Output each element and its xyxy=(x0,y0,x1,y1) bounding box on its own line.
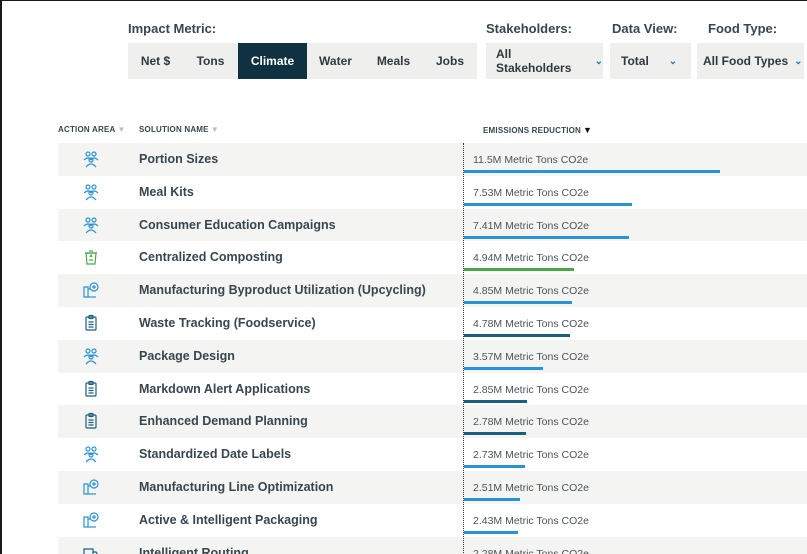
emissions-bar xyxy=(464,301,572,305)
stakeholders-label: Stakeholders: xyxy=(486,21,572,36)
table-row[interactable]: Manufacturing Byproduct Utilization (Upc… xyxy=(58,274,807,307)
upcycle-icon xyxy=(82,281,100,299)
emissions-value: 11.5M Metric Tons CO2e xyxy=(473,154,589,166)
compost-bin-icon xyxy=(82,248,100,266)
sort-down-icon: ▼ xyxy=(583,125,593,135)
solution-name[interactable]: Manufacturing Byproduct Utilization (Upc… xyxy=(139,283,426,297)
solution-name[interactable]: Intelligent Routing xyxy=(139,546,249,554)
solution-name[interactable]: Active & Intelligent Packaging xyxy=(139,513,318,527)
table-row[interactable]: Active & Intelligent Packaging 2.43M Metr… xyxy=(58,504,807,537)
emissions-value: 2.78M Metric Tons CO2e xyxy=(473,416,589,429)
axis-baseline xyxy=(463,143,464,554)
emissions-bar xyxy=(464,530,518,534)
stakeholders-dropdown[interactable]: All Stakeholders ⌄ xyxy=(486,43,603,79)
metric-water-button[interactable]: Water xyxy=(307,43,364,79)
solution-name[interactable]: Package Design xyxy=(139,349,235,363)
emissions-bar xyxy=(464,465,525,469)
chevron-down-icon: ⌄ xyxy=(668,55,678,67)
column-header-label: ACTION AREA xyxy=(58,125,116,134)
solution-name[interactable]: Enhanced Demand Planning xyxy=(139,414,308,428)
chevron-down-icon: ⌄ xyxy=(594,55,603,67)
emissions-value: 4.78M Metric Tons CO2e xyxy=(473,317,589,330)
emissions-bar xyxy=(464,497,520,501)
column-header-emissions-reduction[interactable]: EMISSIONS REDUCTION ▼ xyxy=(483,125,592,135)
filter-panel: Impact Metric: Net $ Tons Climate Water … xyxy=(2,1,807,96)
emissions-bar xyxy=(464,333,570,337)
solution-name[interactable]: Markdown Alert Applications xyxy=(139,382,310,396)
table-row[interactable]: Waste Tracking (Foodservice) 4.78M Metric… xyxy=(58,307,807,340)
emissions-value: 7.53M Metric Tons CO2e xyxy=(473,186,589,199)
emissions-value: 3.57M Metric Tons CO2e xyxy=(473,350,589,363)
sort-down-icon: ▼ xyxy=(117,125,126,134)
column-header-solution-name[interactable]: SOLUTION NAME ▼ xyxy=(139,125,219,134)
solution-name[interactable]: Portion Sizes xyxy=(139,152,218,166)
emissions-bar xyxy=(464,235,629,239)
table-row[interactable]: Consumer Education Campaigns 7.41M Metric… xyxy=(58,208,807,242)
table-row[interactable]: Meal Kits 7.53M Metric Tons CO2e xyxy=(58,176,807,209)
food-type-dropdown[interactable]: All Food Types ⌄ xyxy=(697,43,804,79)
table-row[interactable]: Standardized Date Labels 2.73M Metric Ton… xyxy=(58,438,807,471)
emissions-value: 4.85M Metric Tons CO2e xyxy=(473,285,589,298)
column-header-action-area[interactable]: ACTION AREA ▼ xyxy=(58,125,126,134)
table-row[interactable]: Manufacturing Line Optimization 2.51M Met… xyxy=(58,470,807,504)
metric-meals-button[interactable]: Meals xyxy=(364,43,423,79)
emissions-value: 2.73M Metric Tons CO2e xyxy=(473,449,589,462)
stakeholders-value: All Stakeholders xyxy=(496,47,572,75)
upcycle-icon xyxy=(82,478,100,496)
column-header-label: SOLUTION NAME xyxy=(139,125,209,134)
emissions-bar xyxy=(464,432,526,436)
food-type-value: All Food Types xyxy=(703,54,789,68)
data-view-label: Data View: xyxy=(612,21,678,36)
emissions-bar xyxy=(464,268,574,272)
solution-name[interactable]: Manufacturing Line Optimization xyxy=(139,480,333,494)
emissions-bar xyxy=(464,170,720,173)
emissions-value: 2.51M Metric Tons CO2e xyxy=(473,481,589,494)
people-icon xyxy=(82,183,100,201)
emissions-bar xyxy=(464,202,632,206)
emissions-bar xyxy=(464,366,543,370)
data-view-dropdown[interactable]: Total ⌄ xyxy=(610,43,691,79)
chevron-down-icon: ⌄ xyxy=(794,55,803,67)
clipboard-icon xyxy=(82,380,100,398)
table-row[interactable]: Portion Sizes 11.5M Metric Tons CO2e xyxy=(58,143,807,176)
metric-climate-button[interactable]: Climate xyxy=(238,43,307,79)
table-row[interactable]: Markdown Alert Applications 2.85M Metric … xyxy=(58,373,807,406)
emissions-value: 4.94M Metric Tons CO2e xyxy=(473,252,589,265)
table-row[interactable]: Enhanced Demand Planning 2.78M Metric Ton… xyxy=(58,405,807,439)
app-frame: Impact Metric: Net $ Tons Climate Water … xyxy=(0,0,807,554)
metric-net-dollars-button[interactable]: Net $ xyxy=(128,43,183,79)
food-type-label: Food Type: xyxy=(708,21,778,36)
people-icon xyxy=(82,445,100,463)
column-header-label: EMISSIONS REDUCTION xyxy=(483,126,582,135)
emissions-value: 2.85M Metric Tons CO2e xyxy=(473,383,589,396)
metric-tons-button[interactable]: Tons xyxy=(183,43,238,79)
table-row[interactable]: Centralized Composting 4.94M Metric Tons … xyxy=(58,241,807,274)
solution-name[interactable]: Standardized Date Labels xyxy=(139,447,291,461)
people-icon xyxy=(82,347,100,365)
data-view-value: Total xyxy=(621,54,649,68)
solution-name[interactable]: Consumer Education Campaigns xyxy=(139,218,336,232)
sort-down-icon: ▼ xyxy=(210,125,219,134)
emissions-value: 2.43M Metric Tons CO2e xyxy=(473,514,589,527)
upcycle-icon xyxy=(82,511,100,529)
emissions-value: 7.41M Metric Tons CO2e xyxy=(473,219,589,232)
table-row[interactable]: Intelligent Routing 2.28M Metric Tons CO2… xyxy=(58,536,807,554)
clipboard-icon xyxy=(82,314,100,332)
people-icon xyxy=(82,150,100,168)
solutions-table: Portion Sizes 11.5M Metric Tons CO2e Meal … xyxy=(58,143,807,554)
emissions-value: 2.28M Metric Tons CO2e xyxy=(473,547,589,554)
table-row[interactable]: Package Design 3.57M Metric Tons CO2e xyxy=(58,339,807,373)
solution-name[interactable]: Centralized Composting xyxy=(139,250,283,264)
solution-name[interactable]: Meal Kits xyxy=(139,185,194,199)
impact-metric-label: Impact Metric: xyxy=(128,21,217,36)
metric-jobs-button[interactable]: Jobs xyxy=(423,43,477,79)
truck-icon xyxy=(82,544,100,554)
impact-metric-toggle: Net $ Tons Climate Water Meals Jobs xyxy=(128,43,477,79)
people-icon xyxy=(82,216,100,234)
clipboard-icon xyxy=(82,412,100,430)
solution-name[interactable]: Waste Tracking (Foodservice) xyxy=(139,316,316,330)
emissions-bar xyxy=(464,399,527,403)
